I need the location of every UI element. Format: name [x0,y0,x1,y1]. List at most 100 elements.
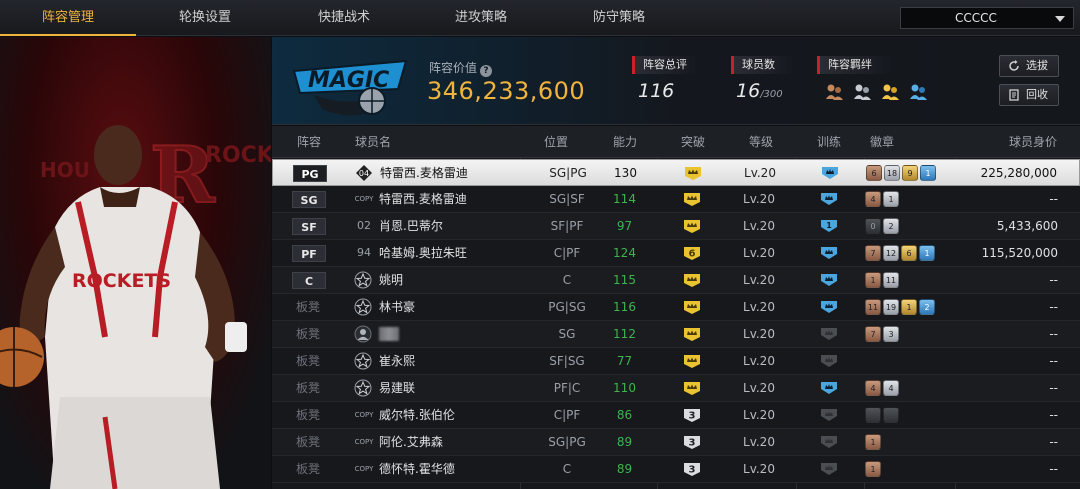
breakthrough-crown-icon [684,220,700,233]
player-name[interactable]: 特雷西.麦格雷迪 [380,160,468,186]
training-icon[interactable] [819,273,839,287]
breakthrough-crown-icon [684,328,700,341]
training-icon[interactable] [819,354,839,368]
badge-medals[interactable]: 1 11 [865,272,901,289]
svg-text:HOU: HOU [40,158,90,182]
training-icon[interactable] [819,327,839,341]
badge-medals[interactable]: 41 [865,191,901,208]
recycle-icon [1009,89,1019,101]
tab-rotation-settings[interactable]: 轮换设置 [136,0,274,36]
training-icon[interactable] [819,300,839,314]
breakthrough-crown-icon [684,301,700,314]
player-name[interactable]: 姚明 [379,267,403,293]
col-player-name: 球员名 [355,135,392,149]
table-row[interactable]: PF 94 哈基姆.奥拉朱旺 C|PF 124 6 Lv.20 7 12 6 1 115,520,00… [272,240,1080,267]
refresh-icon [1009,60,1019,71]
training-icon[interactable] [819,435,839,449]
table-row[interactable]: SF 02 肖恩.巴蒂尔 SF|PF 97 Lv.20 1 0 2 5,433,600 [272,213,1080,240]
training-icon[interactable] [819,381,839,395]
player-name[interactable]: 威尔特.张伯伦 [379,402,455,428]
player-position: SG [558,327,576,341]
breakthrough-crown-icon [684,382,700,395]
table-row[interactable]: SG COPY 特雷西.麦格雷迪 SG|SF 114 Lv.20 4 1 -- [272,186,1080,213]
svg-text:1: 1 [826,221,832,230]
training-icon[interactable] [819,192,839,206]
player-name[interactable]: 肖恩.巴蒂尔 [379,213,443,239]
badge-medals[interactable]: 1 [865,434,883,451]
badge-medals[interactable]: 11 19 1 2 [865,299,937,316]
badge-medals[interactable]: 6 18 9 1 [866,165,938,182]
tab-lineup-management[interactable]: 阵容管理 [0,0,136,36]
bond-icon-silver[interactable] [852,82,872,102]
player-name[interactable]: 哈基姆.奥拉朱旺 [379,240,467,266]
player-name[interactable]: 德怀特.霍华德 [379,456,455,482]
bench-slot-label: 板凳 [296,327,321,341]
medal-silver: 18 [884,165,900,181]
select-button[interactable]: 选拔 [999,55,1059,77]
star-badge-icon [354,352,372,370]
training-icon[interactable]: 1 [819,219,839,233]
col-lineup: 阵容 [297,135,322,149]
table-row[interactable]: 板凳 COPY 阿伦.艾弗森 SG|PG 89 3 Lv.20 1 -- [272,429,1080,456]
player-rating: 130 [614,166,637,180]
player-level: Lv.20 [743,381,775,395]
player-name[interactable]: 林书豪 [379,294,415,320]
table-row[interactable]: PG 04 特雷西.麦格雷迪 SG|PG 130 Lv.20 6 18 9 1 225,280,00… [272,159,1080,186]
badge-medals[interactable]: 73 [865,326,901,343]
lineup-bonds[interactable] [824,82,931,102]
tab-defense-strategy[interactable]: 防守策略 [548,0,690,36]
training-icon[interactable] [819,408,839,422]
help-icon[interactable]: ? [480,65,493,77]
player-position: C [562,462,572,476]
badge-medals[interactable]: 1 [865,461,883,478]
player-rating: 77 [616,354,633,368]
table-row[interactable]: 板凳 SG 112 Lv.20 7 3 -- [272,321,1080,348]
badge-medals[interactable]: 44 [865,380,901,397]
svg-text:3: 3 [689,411,696,422]
player-rating: 89 [616,435,633,449]
player-name[interactable]: 崔永熙 [379,348,415,374]
badge-medals[interactable]: 7 12 6 1 [865,245,937,262]
player-position: C [562,273,572,287]
jersey-number-badge: COPY [354,438,374,446]
player-name[interactable]: 特雷西.麦格雷迪 [379,186,467,212]
player-rating: 89 [616,462,633,476]
player-name[interactable]: 易建联 [379,375,415,401]
svg-text:3: 3 [689,465,696,476]
player-rating: 86 [616,408,633,422]
badge-medals[interactable] [865,407,901,424]
bond-icon-blue[interactable] [908,82,928,102]
table-row[interactable]: 板凳 易建联 PF|C 110 Lv.20 4 4 -- [272,375,1080,402]
table-row[interactable]: C 姚明 C 115 Lv.20 1 11 -- [272,267,1080,294]
lineup-slot: SG [292,191,326,208]
player-name[interactable]: 阿伦.艾弗森 [379,429,443,455]
jersey-number-badge: COPY [354,411,374,419]
table-row[interactable]: 板凳 崔永熙 SF|SG 77 Lv.20 -- [272,348,1080,375]
training-icon[interactable] [819,462,839,476]
dropdown-value: CCCCC [955,11,997,25]
table-row[interactable]: 板凳 COPY 德怀特.霍华德 C 89 3 Lv.20 1 -- [272,456,1080,483]
medal-blue: 1 [920,165,936,181]
recycle-button[interactable]: 回收 [999,84,1059,106]
tab-offense-strategy[interactable]: 进攻策略 [414,0,548,36]
medal-bronze: 1 [865,461,881,477]
player-value: 5,433,600 [996,219,1058,233]
table-row[interactable]: 板凳 COPY 威尔特.张伯伦 C|PF 86 3 Lv.20 -- [272,402,1080,429]
bench-slot-label: 板凳 [296,381,321,395]
player-position: SG|PG [549,166,587,180]
player-value: -- [1049,273,1058,287]
player-level: Lv.20 [743,408,775,422]
breakthrough-crown-icon [684,193,700,206]
player-level: Lv.20 [743,462,775,476]
team-select-dropdown[interactable]: CCCCC [900,7,1074,29]
team-value: 346,233,600 [427,77,586,105]
player-level: Lv.20 [743,327,775,341]
badge-medals[interactable]: 02 [865,218,901,235]
training-icon[interactable] [819,246,839,260]
training-icon[interactable] [820,166,840,180]
bond-icon-bronze[interactable] [824,82,844,102]
tab-quick-tactics[interactable]: 快捷战术 [274,0,414,36]
breakthrough-level-icon: 3 [684,436,700,449]
bond-icon-gold[interactable] [880,82,900,102]
table-row[interactable]: 板凳 林书豪 PG|SG 116 Lv.20 11 19 1 2 -- [272,294,1080,321]
